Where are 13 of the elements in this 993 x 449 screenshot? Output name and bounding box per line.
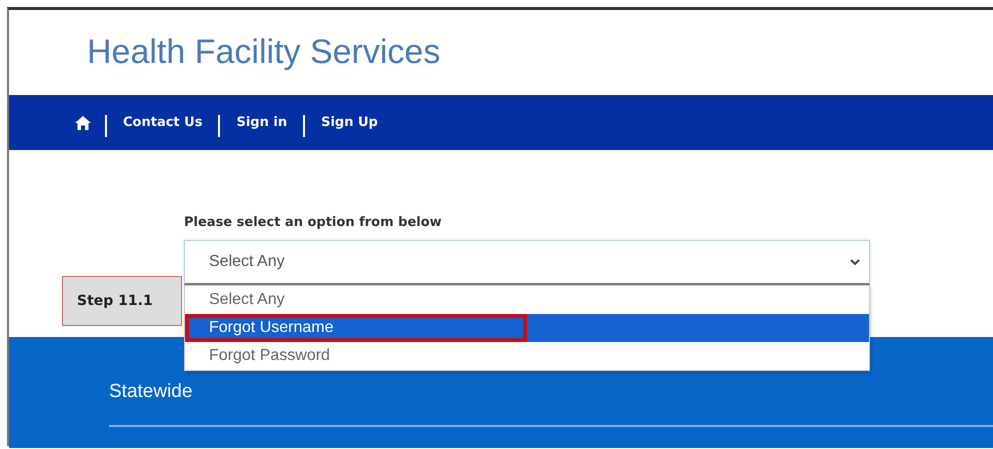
dropdown-option[interactable]: Forgot Password <box>185 342 869 370</box>
nav-link[interactable]: Sign in <box>236 115 288 130</box>
nav-link[interactable]: Sign Up <box>321 115 378 130</box>
home-icon[interactable] <box>75 116 91 130</box>
nav-link[interactable]: Contact Us <box>123 115 202 130</box>
banner-title: Statewide <box>109 381 194 403</box>
dropdown-option[interactable]: Select Any <box>185 286 869 314</box>
dropdown-option[interactable]: Forgot Username <box>185 314 869 342</box>
site-title: Health Facility Services <box>87 33 440 72</box>
step-callout: Step 11.1 <box>62 276 182 326</box>
chevron-down-icon <box>850 259 860 265</box>
select-field[interactable]: Select Any <box>184 240 870 285</box>
field-label: Please select an option from below <box>184 215 443 230</box>
